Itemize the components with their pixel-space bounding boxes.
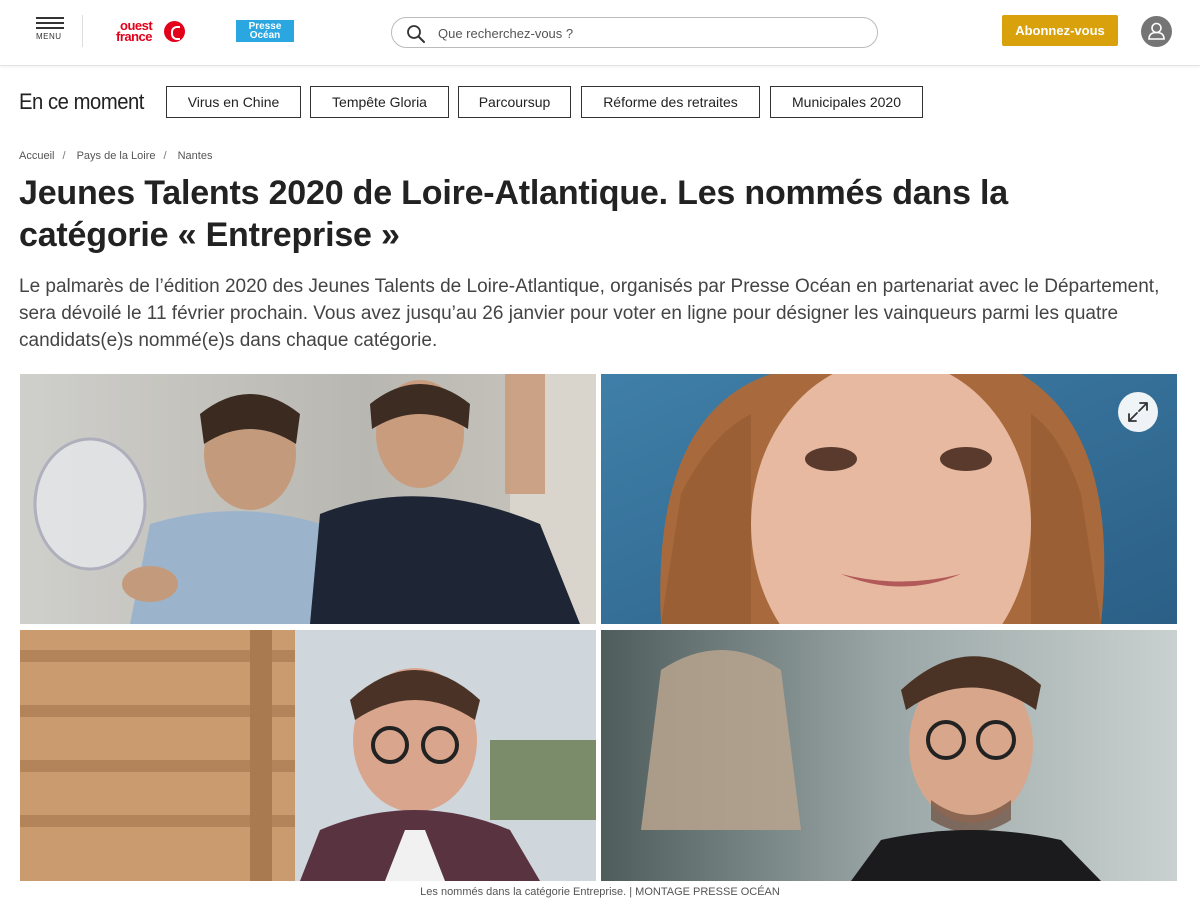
expand-icon	[1128, 402, 1148, 422]
ouest-france-logo-mark	[164, 21, 185, 42]
photo-top-left	[20, 374, 596, 624]
expand-photo-button[interactable]	[1118, 392, 1158, 432]
hamburger-icon-bar	[36, 27, 64, 29]
presse-ocean-line2: Océan	[249, 30, 281, 41]
hamburger-icon	[36, 17, 64, 19]
logo-text-line2: france	[116, 29, 153, 44]
breadcrumb-item-pays-de-la-loire[interactable]: Pays de la Loire	[77, 150, 156, 162]
trending-chip-reforme-retraites[interactable]: Réforme des retraites	[581, 86, 760, 118]
hamburger-icon-bar	[36, 22, 64, 24]
search-input[interactable]	[438, 23, 858, 43]
trending-chip-virus-en-chine[interactable]: Virus en Chine	[166, 86, 301, 118]
photo-caption: Les nommés dans la catégorie Entreprise.…	[420, 886, 780, 898]
article-title: Jeunes Talents 2020 de Loire-Atlantique.…	[19, 174, 1008, 254]
trending-chip-municipales-2020[interactable]: Municipales 2020	[770, 86, 923, 118]
breadcrumb-separator: /	[163, 150, 167, 162]
trending-chip-parcoursup[interactable]: Parcoursup	[458, 86, 571, 118]
search-icon[interactable]	[406, 24, 426, 44]
menu-label: MENU	[36, 32, 62, 41]
photo-top-right	[601, 374, 1177, 624]
user-icon	[1148, 22, 1165, 40]
search-bar[interactable]	[391, 17, 878, 48]
breadcrumb-item-accueil[interactable]: Accueil	[19, 150, 54, 162]
article-photo[interactable]	[20, 374, 1177, 881]
subscribe-button[interactable]: Abonnez-vous	[1002, 15, 1118, 46]
breadcrumb: Accueil / Pays de la Loire / Nantes	[19, 150, 216, 162]
menu-button[interactable]: MENU	[36, 17, 66, 45]
site-header: MENU ouest france Presse Océan Abonnez-v…	[0, 0, 1200, 66]
breadcrumb-separator: /	[62, 150, 66, 162]
trending-chip-tempete-gloria[interactable]: Tempête Gloria	[310, 86, 449, 118]
account-avatar[interactable]	[1141, 16, 1172, 47]
trending-title: En ce moment	[19, 89, 144, 114]
photo-bottom-left	[20, 630, 596, 881]
ouest-france-logo[interactable]: ouest france	[112, 18, 188, 46]
presse-ocean-logo[interactable]: Presse Océan	[236, 20, 294, 42]
header-divider	[82, 15, 83, 47]
breadcrumb-item-nantes[interactable]: Nantes	[178, 150, 213, 162]
photo-bottom-right	[601, 630, 1177, 881]
article-lede: Le palmarès de l’édition 2020 des Jeunes…	[19, 276, 1160, 351]
